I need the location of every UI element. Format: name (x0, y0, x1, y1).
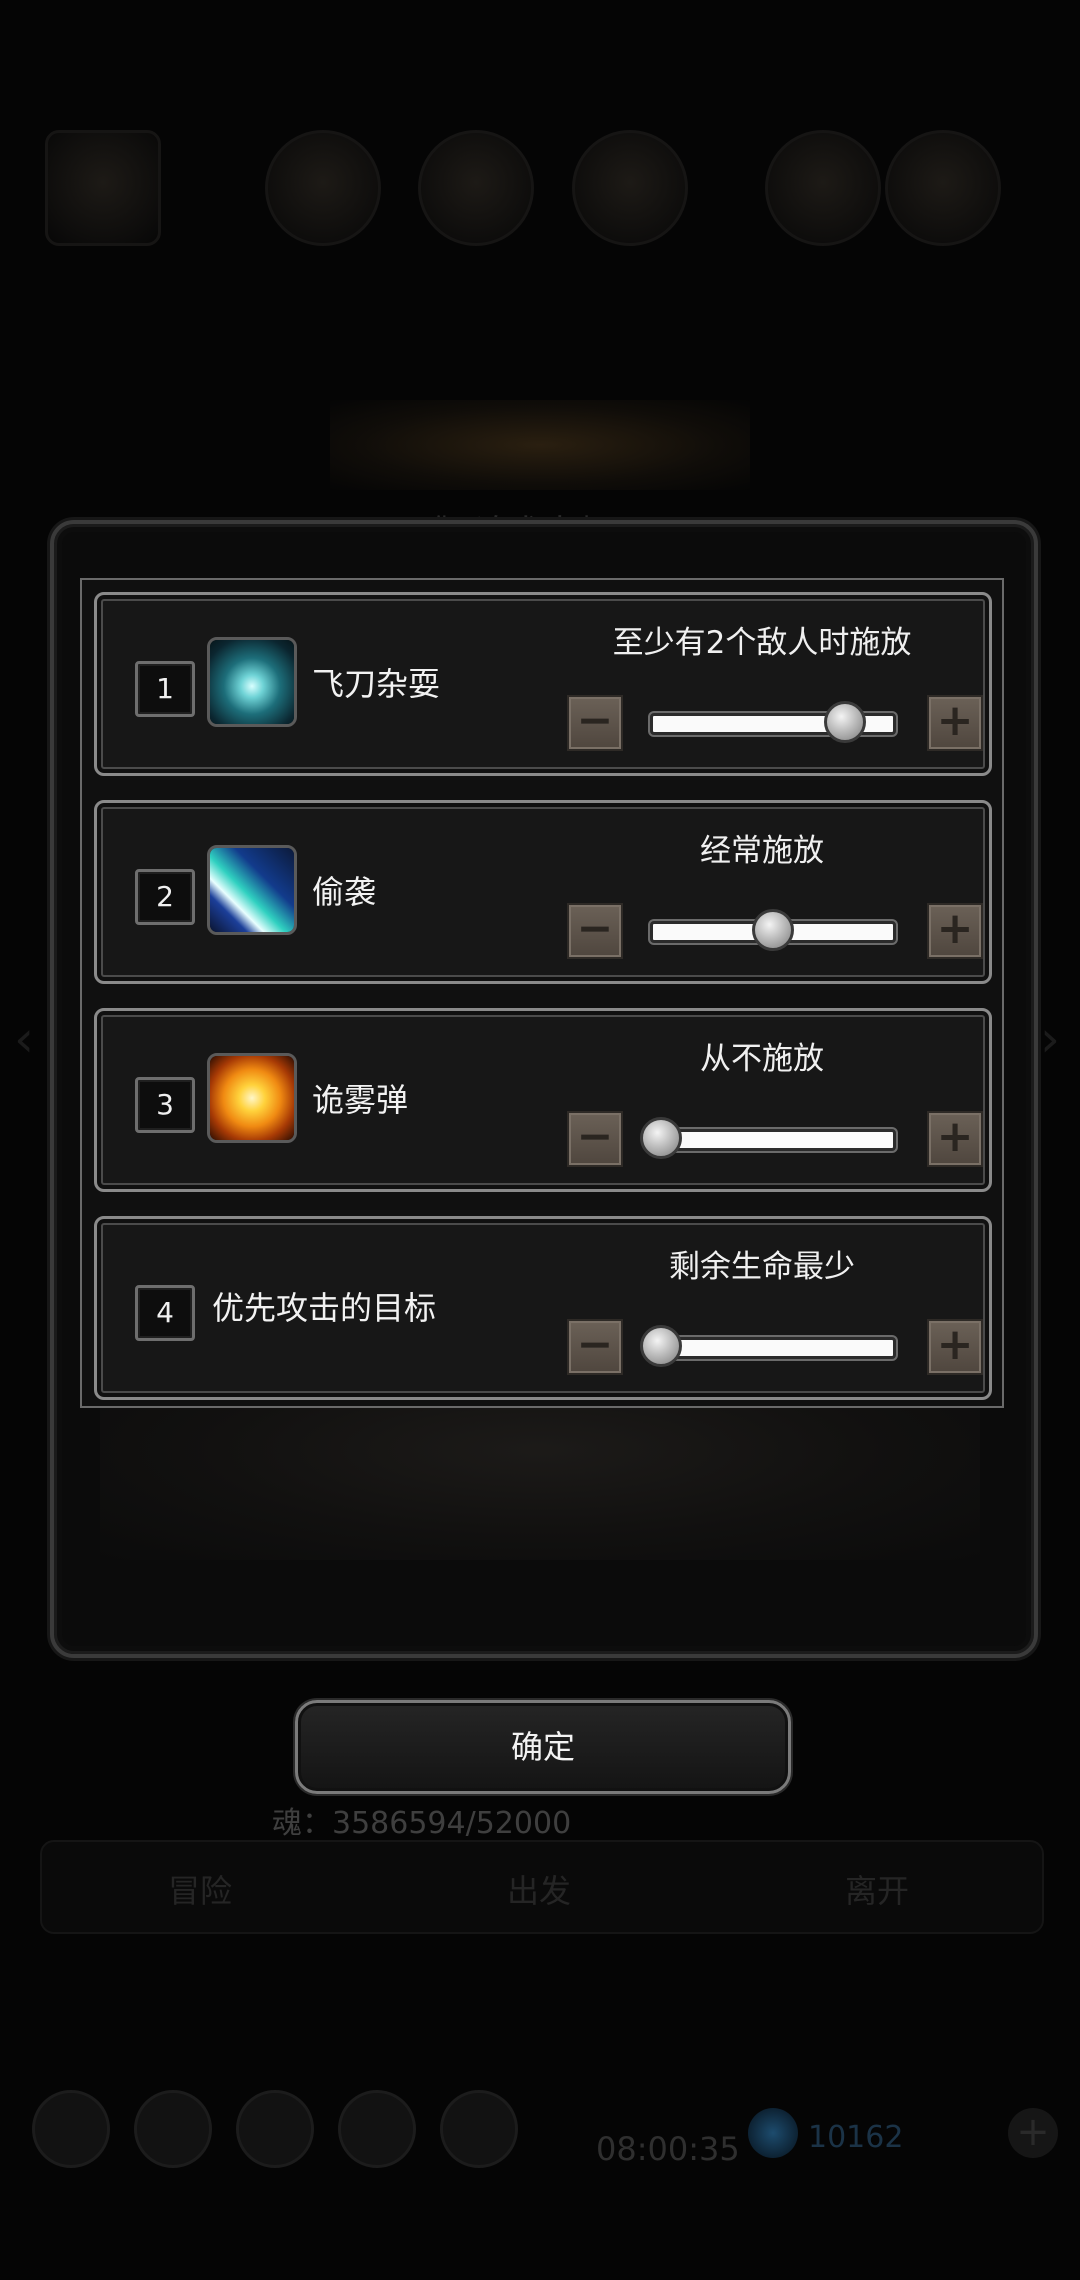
cast-mode-slider[interactable] (650, 1129, 896, 1151)
tab-adventure: 冒险 (168, 1872, 233, 1910)
skill-order-number: 4 (135, 1285, 195, 1341)
skill-order-number: 3 (135, 1077, 195, 1133)
confirm-button[interactable]: 确定 (295, 1700, 791, 1794)
tab-depart: 出发 (507, 1872, 572, 1910)
increase-button[interactable]: + (927, 903, 983, 959)
skill-slot-icon (572, 130, 688, 246)
skill-slot-icon (765, 130, 881, 246)
slider-thumb[interactable] (640, 1117, 682, 1159)
target-priority-row: 4 优先攻击的目标 剩余生命最少 − + (94, 1216, 992, 1400)
menu-icon (134, 2090, 212, 2168)
increase-button[interactable]: + (927, 1111, 983, 1167)
skill-row-3: 3 诡雾弹 从不施放 − + (94, 1008, 992, 1192)
increase-button[interactable]: + (927, 695, 983, 751)
target-mode-slider[interactable] (650, 1337, 896, 1359)
emblem-banner (330, 400, 750, 490)
skill-slot-icon (265, 130, 381, 246)
decrease-button[interactable]: − (567, 1319, 623, 1375)
decrease-button[interactable]: − (567, 1111, 623, 1167)
slider-thumb[interactable] (823, 701, 866, 743)
decrease-button[interactable]: − (567, 695, 623, 751)
target-priority-label: 优先攻击的目标 (212, 1289, 437, 1327)
sneak-attack-icon (207, 845, 297, 935)
hero-portrait-icon (45, 130, 161, 246)
skill-name: 诡雾弹 (312, 1081, 409, 1119)
tab-leave: 离开 (845, 1872, 910, 1910)
cast-mode-label: 至少有2个敌人时施放 (612, 625, 912, 661)
menu-icon (440, 2090, 518, 2168)
menu-icon (338, 2090, 416, 2168)
cast-mode-label: 从不施放 (700, 1041, 824, 1077)
skill-list: 1 飞刀杂耍 至少有2个敌人时施放 − + 2 偷袭 经常施放 − + 3 诡雾… (80, 578, 1004, 1408)
smoke-bomb-icon (207, 1053, 297, 1143)
slider-thumb[interactable] (752, 909, 794, 951)
flying-knives-icon (207, 637, 297, 727)
clock-text: 08:00:35 (596, 2130, 740, 2168)
menu-icon (236, 2090, 314, 2168)
right-arrow-icon: › (1040, 1010, 1060, 1068)
add-currency-icon: + (1008, 2108, 1058, 2158)
skill-row-2: 2 偷袭 经常施放 − + (94, 800, 992, 984)
target-mode-label: 剩余生命最少 (669, 1249, 855, 1285)
slider-thumb[interactable] (640, 1325, 682, 1367)
skill-slot-icon (885, 130, 1001, 246)
skill-order-number: 1 (135, 661, 195, 717)
increase-button[interactable]: + (927, 1319, 983, 1375)
currency-count: 10162 (808, 2120, 904, 2155)
skill-row-1: 1 飞刀杂耍 至少有2个敌人时施放 − + (94, 592, 992, 776)
skill-order-number: 2 (135, 869, 195, 925)
decrease-button[interactable]: − (567, 903, 623, 959)
cast-mode-label: 经常施放 (700, 833, 824, 869)
menu-icon (32, 2090, 110, 2168)
soul-count: 魂：3586594/52000 (272, 1806, 572, 1841)
gem-icon (748, 2108, 798, 2158)
skill-name: 偷袭 (312, 873, 377, 911)
skill-name: 飞刀杂耍 (312, 665, 441, 703)
skill-slot-icon (418, 130, 534, 246)
left-arrow-icon: ‹ (14, 1010, 34, 1068)
